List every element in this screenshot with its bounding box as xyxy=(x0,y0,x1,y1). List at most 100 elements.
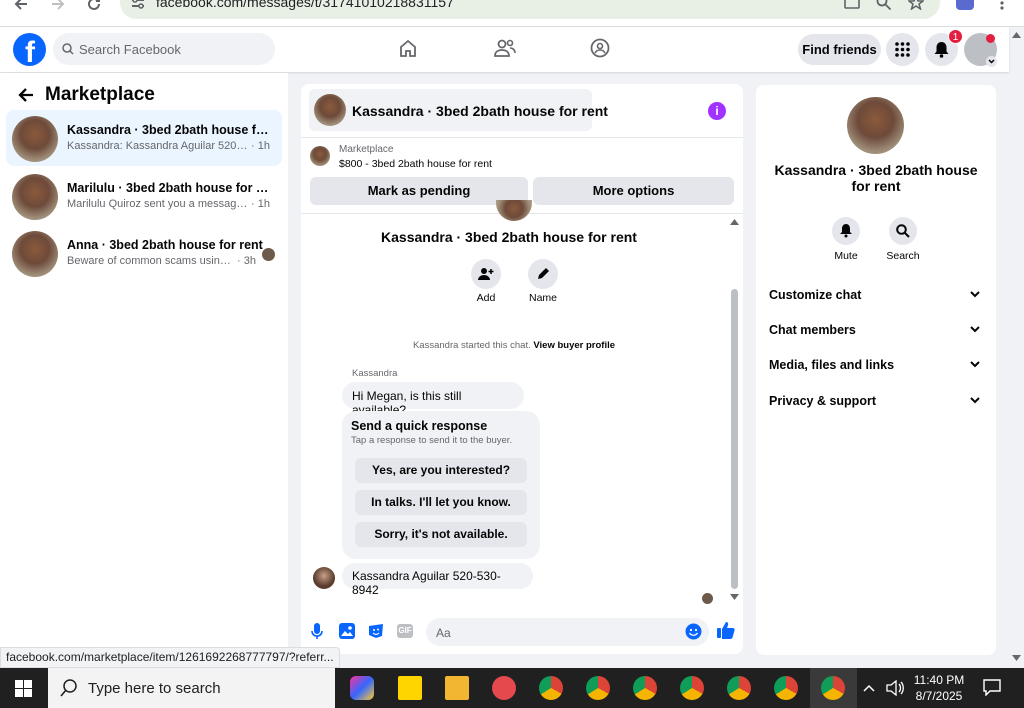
bookmark-star-icon[interactable] xyxy=(908,0,924,10)
conversation-avatar xyxy=(12,231,58,277)
conversation-item[interactable]: Anna · 3bed 2bath house for rent Beware … xyxy=(6,225,282,281)
chrome-profile-icon[interactable] xyxy=(727,676,751,700)
listing-title[interactable]: $800 - 3bed 2bath house for rent xyxy=(339,158,492,170)
chevron-down-icon[interactable] xyxy=(970,361,980,368)
microphone-icon[interactable] xyxy=(311,623,323,640)
conversation-avatar xyxy=(12,116,58,162)
friends-icon[interactable] xyxy=(494,38,516,58)
grid-icon xyxy=(895,42,910,57)
conversation-name: Anna · 3bed 2bath house for rent xyxy=(67,238,263,252)
chrome-icon[interactable] xyxy=(586,676,610,700)
browser-profile-avatar[interactable] xyxy=(956,0,974,10)
scrollbar-thumb[interactable] xyxy=(731,289,738,589)
marketplace-label: Marketplace xyxy=(339,144,394,155)
header-divider xyxy=(301,137,743,138)
chevron-down-icon[interactable] xyxy=(970,397,980,404)
system-message: Kassandra started this chat. View buyer … xyxy=(302,340,726,351)
chrome-active-icon[interactable] xyxy=(821,676,845,700)
groups-icon[interactable] xyxy=(590,38,610,58)
search-icon xyxy=(896,224,910,238)
facebook-search-input[interactable]: Search Facebook xyxy=(53,33,275,65)
add-label: Add xyxy=(476,292,496,304)
conversation-snippet: Kassandra: Kassandra Aguilar 520-530-894… xyxy=(67,140,249,152)
sticker-icon[interactable] xyxy=(368,623,384,639)
emoji-icon[interactable] xyxy=(685,623,702,640)
sender-name: Kassandra xyxy=(352,368,398,379)
sticky-notes-icon[interactable] xyxy=(398,676,422,700)
privacy-support-row[interactable]: Privacy & support xyxy=(769,394,876,408)
profile-red-dot xyxy=(986,34,995,43)
find-friends-button[interactable]: Find friends xyxy=(798,34,881,65)
media-files-links-row[interactable]: Media, files and links xyxy=(769,358,894,372)
message-placeholder: Aa xyxy=(436,626,451,640)
zoom-icon[interactable] xyxy=(876,0,892,10)
home-icon[interactable] xyxy=(398,38,418,58)
site-info-icon[interactable] xyxy=(130,0,146,10)
system-clock[interactable]: 11:40 PM 8/7/2025 xyxy=(905,672,973,704)
forward-icon[interactable] xyxy=(50,0,66,12)
info-icon[interactable]: i xyxy=(708,102,726,120)
listing-thumbnail[interactable] xyxy=(310,146,330,166)
sender-avatar[interactable] xyxy=(313,567,335,589)
pencil-icon xyxy=(538,268,549,279)
like-icon[interactable] xyxy=(717,621,735,639)
profile-chevron-down-icon[interactable] xyxy=(986,56,997,67)
chat-header-avatar xyxy=(314,94,346,126)
conversation-item[interactable]: Marilulu · 3bed 2bath house for rent Mar… xyxy=(6,168,282,224)
chrome-profile-icon[interactable] xyxy=(774,676,798,700)
search-placeholder: Search Facebook xyxy=(79,42,181,57)
taskbar-search-box[interactable]: Type here to search xyxy=(48,668,335,708)
link-status-bar: facebook.com/marketplace/item/1261692268… xyxy=(0,647,340,668)
quick-response-button[interactable]: In talks. I'll let you know. xyxy=(355,490,527,515)
chat-header-title: Kassandra · 3bed 2bath house for rent xyxy=(352,103,608,119)
reload-icon[interactable] xyxy=(86,0,102,12)
details-avatar[interactable] xyxy=(847,97,904,154)
quick-response-button[interactable]: Sorry, it's not available. xyxy=(355,522,527,547)
back-icon[interactable] xyxy=(13,0,29,12)
file-explorer-icon[interactable] xyxy=(445,676,469,700)
name-chat-button[interactable] xyxy=(528,259,558,289)
conversation-avatar xyxy=(12,174,58,220)
conversation-name: Kassandra · 3bed 2bath house for rent xyxy=(67,123,269,137)
cast-icon[interactable] xyxy=(844,0,860,10)
notification-center-icon[interactable] xyxy=(983,679,1001,696)
chevron-down-icon[interactable] xyxy=(970,291,980,298)
chat-members-row[interactable]: Chat members xyxy=(769,323,856,337)
search-icon xyxy=(60,679,77,697)
menu-grid-button[interactable] xyxy=(886,33,919,66)
facebook-logo[interactable]: f xyxy=(13,33,46,69)
notification-badge: 1 xyxy=(948,29,963,44)
windows-start-icon[interactable] xyxy=(15,680,32,697)
chat-header[interactable]: Kassandra · 3bed 2bath house for rent xyxy=(309,89,608,131)
conversation-item[interactable]: Kassandra · 3bed 2bath house for rent Ka… xyxy=(6,110,282,166)
chrome-profile-icon[interactable] xyxy=(633,676,657,700)
conversation-snippet: Beware of common scams using payment app… xyxy=(67,255,235,267)
seen-avatar xyxy=(262,248,275,261)
quick-response-button[interactable]: Yes, are you interested? xyxy=(355,458,527,483)
browser-menu-icon[interactable] xyxy=(1000,0,1004,10)
photo-icon[interactable] xyxy=(339,623,355,639)
volume-icon[interactable] xyxy=(886,680,904,696)
customize-chat-row[interactable]: Customize chat xyxy=(769,288,861,302)
chevron-down-icon[interactable] xyxy=(970,326,980,333)
scroll-down-icon[interactable] xyxy=(730,594,739,600)
copilot-icon[interactable] xyxy=(350,676,374,700)
message-bubble[interactable]: Kassandra Aguilar 520-530-8942 xyxy=(342,563,533,597)
view-buyer-profile-link[interactable]: View buyer profile xyxy=(533,340,615,351)
search-chat-button[interactable] xyxy=(889,217,917,245)
page-scroll-up-icon[interactable] xyxy=(1012,32,1021,38)
gif-icon[interactable]: GIF xyxy=(397,624,413,638)
tray-chevron-up-icon[interactable] xyxy=(863,684,875,692)
more-options-button[interactable]: More options xyxy=(533,177,734,205)
search-label: Search xyxy=(886,250,920,262)
mute-button[interactable] xyxy=(832,217,860,245)
page-scroll-down-icon[interactable] xyxy=(1012,655,1021,661)
snipping-tool-icon[interactable] xyxy=(492,676,516,700)
chrome-profile-k-icon[interactable] xyxy=(539,676,563,700)
scroll-up-icon[interactable] xyxy=(730,219,739,225)
message-input[interactable]: Aa xyxy=(426,618,709,646)
chrome-profile-icon[interactable] xyxy=(680,676,704,700)
add-people-button[interactable] xyxy=(471,259,501,289)
back-arrow-icon[interactable] xyxy=(17,87,34,103)
message-bubble[interactable]: Hi Megan, is this still available? xyxy=(342,382,524,417)
